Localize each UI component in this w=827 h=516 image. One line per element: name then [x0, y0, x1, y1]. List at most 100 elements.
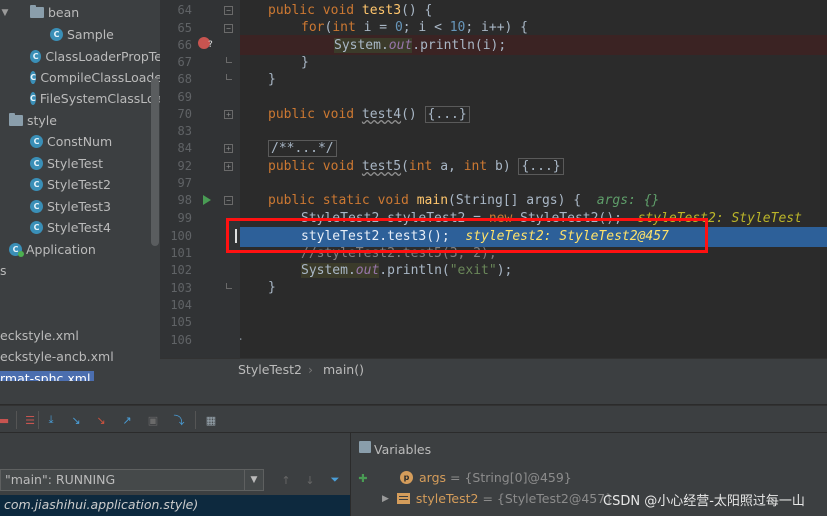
- code-editor[interactable]: public void test3() { for(int i = 0; i <…: [240, 0, 827, 358]
- method-name: main: [416, 193, 449, 208]
- line-number: 99: [177, 211, 192, 225]
- force-step-into-icon[interactable]: ↘: [93, 413, 109, 427]
- fold-collapse-icon[interactable]: −: [224, 196, 233, 205]
- line-number: 105: [170, 315, 192, 329]
- tree-item-classloaderpropte[interactable]: C ClassLoaderPropTe: [0, 46, 160, 67]
- number-literal: 10: [449, 20, 466, 35]
- code-line: System.out.println(i);: [334, 35, 506, 56]
- folded-comment[interactable]: /**...*/: [268, 140, 337, 157]
- class-icon: C: [30, 221, 43, 234]
- method-name: test5: [361, 159, 402, 174]
- file-item[interactable]: eckstyle.xml: [0, 328, 79, 343]
- tree-item-label: Sample: [67, 27, 114, 42]
- code-line: }: [301, 52, 309, 73]
- breadcrumb-class[interactable]: StyleTest2: [238, 362, 302, 377]
- highlight-annotation-box: [226, 218, 708, 253]
- code-text: () {: [401, 3, 433, 18]
- arrow-up-icon[interactable]: ↑: [278, 473, 294, 487]
- watermark: CSDN @小心经营-太阳照过每一山: [603, 494, 805, 509]
- file-label: eckstyle-ancb.xml: [0, 349, 114, 364]
- folded-code-block[interactable]: {...}: [424, 106, 470, 123]
- line-number: 66: [177, 38, 192, 52]
- tree-item-s[interactable]: s: [0, 260, 160, 281]
- tree-item-styletest3[interactable]: C StyleTest3: [0, 196, 160, 217]
- line-number: 83: [177, 124, 192, 138]
- chevron-right-icon[interactable]: ▶: [382, 494, 389, 504]
- fold-expand-icon[interactable]: +: [224, 110, 233, 119]
- show-execution-point-icon[interactable]: ☰: [22, 413, 38, 427]
- parameter-icon: p: [400, 471, 413, 484]
- line-number: 68: [177, 72, 192, 86]
- tree-item-application[interactable]: C Application: [0, 239, 160, 260]
- keyword: for: [301, 20, 325, 35]
- tree-item-bean[interactable]: ▼ bean: [0, 2, 160, 23]
- tree-item-sample[interactable]: C Sample: [0, 24, 160, 45]
- tree-item-compileclassloade[interactable]: C CompileClassLoade: [0, 67, 160, 88]
- chevron-down-icon[interactable]: ▼: [244, 469, 264, 491]
- code-text: System.: [334, 38, 389, 53]
- code-line: public void test5(int a, int b) {...}: [268, 156, 564, 177]
- filter-icon[interactable]: ⏷: [327, 473, 343, 487]
- step-over-icon[interactable]: ⤓: [43, 413, 59, 427]
- folded-code-block[interactable]: {...}: [518, 158, 564, 175]
- fold-expand-icon[interactable]: +: [224, 144, 233, 153]
- debug-tool-header: [0, 381, 827, 405]
- code-text: ; i++) {: [465, 20, 529, 35]
- thread-select[interactable]: "main": RUNNING: [0, 469, 264, 491]
- fold-collapse-icon[interactable]: −: [224, 6, 233, 15]
- variable-row[interactable]: p args = {String[0]@459}: [400, 470, 572, 485]
- variable-value: = {StyleTest2@457}: [482, 491, 614, 506]
- variable-name: args: [419, 470, 447, 485]
- code-text: a,: [440, 159, 464, 174]
- line-number: 84: [177, 141, 192, 155]
- code-text: );: [496, 263, 513, 278]
- tree-item-label: FileSystemClassLoa: [39, 91, 160, 106]
- keyword: int: [463, 159, 495, 174]
- step-into-icon[interactable]: ↘: [68, 413, 84, 427]
- inline-debug-value: args: {}: [596, 193, 660, 208]
- breadcrumb: StyleTest2 › main(): [160, 358, 827, 381]
- thread-select-value: "main": RUNNING: [5, 472, 116, 487]
- step-out-icon[interactable]: ↗: [119, 413, 135, 427]
- line-number: 102: [170, 263, 192, 277]
- step-icon[interactable]: ▬: [0, 413, 12, 427]
- tree-item-styletest2[interactable]: C StyleTest2: [0, 174, 160, 195]
- code-text: (String[] args) {: [448, 193, 597, 208]
- evaluate-expression-icon[interactable]: ▦: [203, 413, 219, 427]
- tree-item-styletest[interactable]: C StyleTest: [0, 153, 160, 174]
- class-icon: C: [30, 92, 36, 105]
- tree-item-label: StyleTest: [47, 156, 104, 171]
- line-number: 70: [177, 107, 192, 121]
- tree-item-label: ClassLoaderPropTe: [45, 49, 160, 64]
- tree-item-label: style: [27, 113, 57, 128]
- class-icon: C: [30, 135, 43, 148]
- code-text: ; i <: [402, 20, 450, 35]
- keyword: public void: [268, 159, 362, 174]
- file-item-selected[interactable]: rmat-sphc.xml: [0, 371, 95, 381]
- tree-scrollbar[interactable]: [151, 78, 159, 246]
- new-watch-icon[interactable]: ✚: [355, 471, 371, 485]
- tree-item-styletest4[interactable]: C StyleTest4: [0, 217, 160, 238]
- arrow-down-icon[interactable]: ↓: [302, 473, 318, 487]
- file-item[interactable]: eckstyle-ancb.xml: [0, 349, 114, 364]
- fold-collapse-icon[interactable]: −: [224, 24, 233, 33]
- tree-item-constnum[interactable]: C ConstNum: [0, 131, 160, 152]
- code-text: }: [301, 55, 309, 70]
- tree-item-label: StyleTest3: [47, 199, 111, 214]
- run-to-cursor-icon[interactable]: ⤵: [171, 413, 187, 427]
- line-number: 92: [177, 159, 192, 173]
- breadcrumb-method[interactable]: main(): [323, 362, 364, 377]
- tree-item-filesystemclassloa[interactable]: C FileSystemClassLoa: [0, 88, 160, 109]
- fold-expand-icon[interactable]: +: [224, 162, 233, 171]
- tree-item-style[interactable]: style: [0, 110, 160, 131]
- variables-title: Variables: [374, 442, 432, 457]
- code-line: System.out.println("exit");: [301, 260, 512, 281]
- folder-icon: [9, 113, 23, 126]
- stack-frame-selected[interactable]: com.jiashihui.application.style): [0, 495, 350, 516]
- run-arrow-icon[interactable]: [203, 195, 211, 205]
- chevron-down-icon[interactable]: ▼: [0, 8, 10, 18]
- class-icon: C: [30, 50, 42, 63]
- variable-row[interactable]: ▶ styleTest2 = {StyleTest2@457}: [382, 491, 613, 506]
- code-text: (): [401, 107, 425, 122]
- drop-frame-icon[interactable]: ▣: [145, 413, 161, 427]
